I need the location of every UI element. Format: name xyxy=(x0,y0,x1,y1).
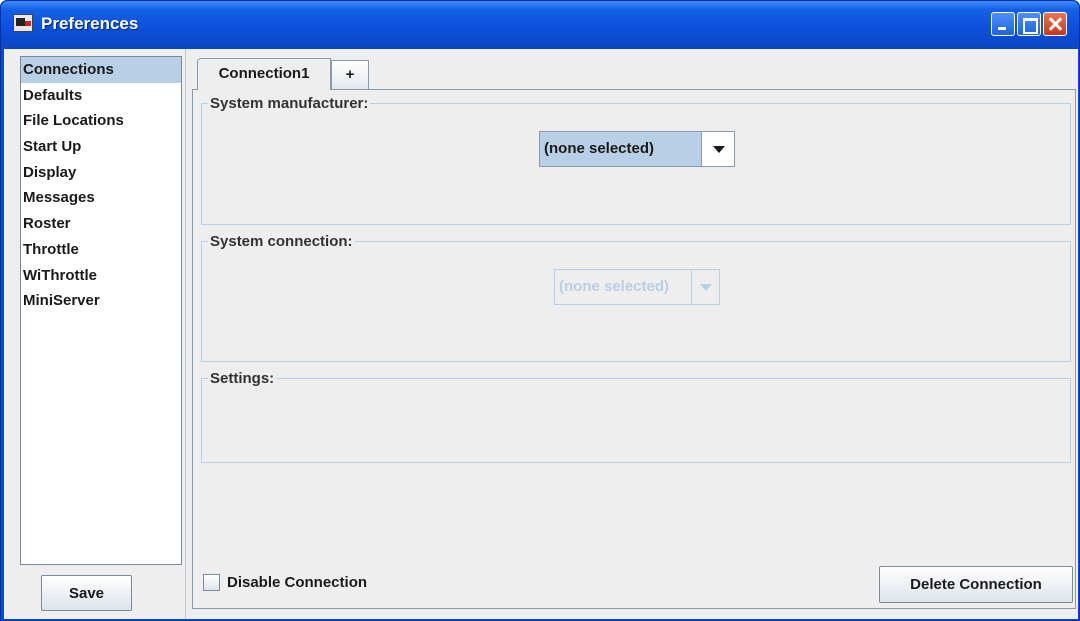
window-title: Preferences xyxy=(41,14,139,33)
system-connection-group: System connection: (none selected) xyxy=(201,233,1071,362)
sidebar-item-start-up[interactable]: Start Up xyxy=(21,134,181,160)
system-manufacturer-label: System manufacturer: xyxy=(208,95,371,112)
close-icon[interactable] xyxy=(1043,12,1067,36)
sidebar-item-connections[interactable]: Connections xyxy=(21,57,181,83)
minimize-icon[interactable] xyxy=(991,12,1015,36)
sidebar-item-messages[interactable]: Messages xyxy=(21,185,181,211)
system-manufacturer-group: System manufacturer: (none selected) xyxy=(201,95,1071,225)
save-button[interactable]: Save xyxy=(41,575,132,611)
sidebar-item-defaults[interactable]: Defaults xyxy=(21,83,181,109)
sidebar-item-miniserver[interactable]: MiniServer xyxy=(21,288,181,314)
disable-connection-row[interactable]: Disable Connection xyxy=(203,572,367,592)
add-connection-tab[interactable]: + xyxy=(331,60,369,89)
app-icon xyxy=(13,14,33,32)
system-manufacturer-select[interactable]: (none selected) xyxy=(539,131,735,167)
settings-label: Settings: xyxy=(208,370,277,387)
sidebar-item-withrottle[interactable]: WiThrottle xyxy=(21,263,181,289)
disable-connection-label[interactable]: Disable Connection xyxy=(227,574,367,591)
sidebar-item-throttle[interactable]: Throttle xyxy=(21,237,181,263)
tab-connection1[interactable]: Connection1 xyxy=(197,58,331,90)
system-manufacturer-value: (none selected) xyxy=(544,140,655,157)
sidebar-item-file-locations[interactable]: File Locations xyxy=(21,108,181,134)
title-bar[interactable]: Preferences xyxy=(1,1,1079,49)
chevron-down-icon[interactable] xyxy=(701,132,734,166)
system-connection-value: (none selected) xyxy=(559,278,670,295)
system-connection-select[interactable]: (none selected) xyxy=(554,269,720,305)
connection-panel: System manufacturer: (none selected) Sys… xyxy=(192,89,1076,609)
window-content: Connections Defaults File Locations Star… xyxy=(4,49,1078,619)
settings-group: Settings: xyxy=(201,370,1071,463)
sidebar-item-display[interactable]: Display xyxy=(21,160,181,186)
chevron-down-icon[interactable] xyxy=(691,270,719,304)
sidebar-item-roster[interactable]: Roster xyxy=(21,211,181,237)
delete-connection-button[interactable]: Delete Connection xyxy=(879,566,1073,603)
preferences-window: Preferences Connections Defaults File Lo… xyxy=(0,0,1080,621)
maximize-icon[interactable] xyxy=(1017,12,1041,36)
split-divider[interactable] xyxy=(185,49,186,619)
disable-connection-checkbox[interactable] xyxy=(203,573,220,591)
preferences-category-list[interactable]: Connections Defaults File Locations Star… xyxy=(20,56,182,565)
system-connection-label: System connection: xyxy=(208,233,355,250)
